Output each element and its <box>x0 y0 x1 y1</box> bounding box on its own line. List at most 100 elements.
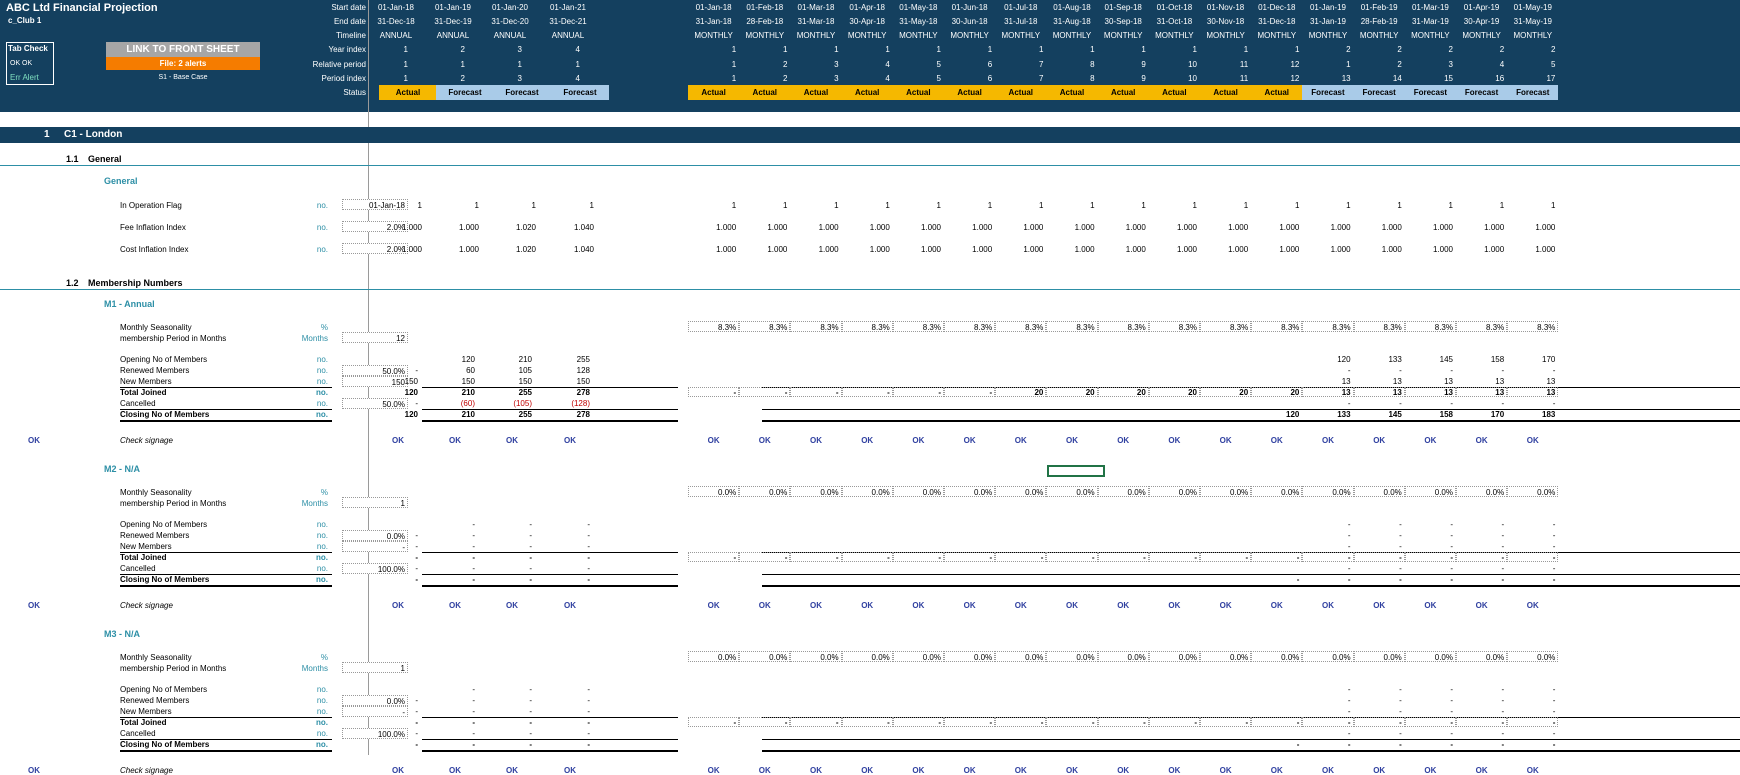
value-cell: (60) <box>460 399 475 408</box>
file-alert-badge[interactable]: File: 2 alerts <box>106 57 260 70</box>
seasonality-input[interactable]: 0.0% <box>1353 651 1405 662</box>
seasonality-input[interactable]: 8.3% <box>1097 321 1149 332</box>
check-ok: OK <box>1168 436 1181 445</box>
seasonality-input[interactable]: 0.0% <box>688 486 740 497</box>
seasonality-input[interactable]: 8.3% <box>1200 321 1252 332</box>
seasonality-input[interactable]: 0.0% <box>790 651 842 662</box>
value-cell: 1.000 <box>458 223 479 232</box>
seasonality-input[interactable]: 8.3% <box>1302 321 1354 332</box>
seasonality-input[interactable]: 0.0% <box>1200 486 1252 497</box>
seasonality-input[interactable]: 8.3% <box>1046 321 1098 332</box>
input-cell[interactable]: 1 <box>342 497 408 508</box>
seasonality-input[interactable]: 0.0% <box>944 486 996 497</box>
seasonality-input[interactable]: 8.3% <box>1353 321 1405 332</box>
total-cell-border <box>995 387 1047 397</box>
subsection-title: Membership Numbers <box>88 278 183 288</box>
unit-label: no. <box>316 366 328 375</box>
value-cell: - <box>1501 740 1505 749</box>
header-cell: 14 <box>1392 74 1402 83</box>
seasonality-input[interactable]: 0.0% <box>1456 651 1508 662</box>
status-cell: Forecast <box>1456 85 1508 100</box>
check-ok: OK <box>392 601 404 610</box>
value-cell: - <box>415 729 418 738</box>
value-cell: 1.000 <box>1535 245 1556 254</box>
header-cell: 1 <box>1090 45 1095 54</box>
header-cell: 2 <box>1397 45 1402 54</box>
header-cell: 8 <box>1090 60 1095 69</box>
seasonality-input[interactable]: 0.0% <box>1148 486 1200 497</box>
input-cell[interactable]: 12 <box>342 332 408 343</box>
seasonality-input[interactable]: 0.0% <box>1097 651 1149 662</box>
check-ok: OK <box>1117 601 1130 610</box>
seasonality-input[interactable]: 0.0% <box>1302 651 1354 662</box>
value-cell: 1 <box>1090 201 1095 210</box>
header-cell: 1 <box>403 60 408 69</box>
value-cell: - <box>1347 531 1351 540</box>
value-cell: 1.000 <box>1023 223 1044 232</box>
seasonality-input[interactable]: 8.3% <box>1456 321 1508 332</box>
seasonality-input[interactable]: 0.0% <box>841 486 893 497</box>
seasonality-input[interactable]: 0.0% <box>790 486 842 497</box>
header-cell: 1 <box>403 74 408 83</box>
seasonality-input[interactable]: 0.0% <box>1200 651 1252 662</box>
seasonality-input[interactable]: 0.0% <box>739 651 791 662</box>
value-cell: - <box>472 696 475 705</box>
seasonality-input[interactable]: 0.0% <box>1251 486 1303 497</box>
row-label: Opening No of Members <box>120 355 208 364</box>
seasonality-input[interactable]: 8.3% <box>892 321 944 332</box>
seasonality-input[interactable]: 0.0% <box>892 651 944 662</box>
seasonality-input[interactable]: 0.0% <box>1097 486 1149 497</box>
total-cell-border <box>1302 387 1354 397</box>
seasonality-input[interactable]: 0.0% <box>1148 651 1200 662</box>
seasonality-input[interactable]: 0.0% <box>688 651 740 662</box>
status-cell: Actual <box>688 85 740 100</box>
value-cell: 1.000 <box>767 245 788 254</box>
header-cell: 01-Apr-19 <box>1463 3 1500 12</box>
seasonality-input[interactable]: 0.0% <box>1353 486 1405 497</box>
total-cell-border <box>892 552 944 562</box>
header-cell: 01-Feb-18 <box>746 3 784 12</box>
header-cell: 30-Jun-18 <box>951 17 988 26</box>
seasonality-input[interactable]: 0.0% <box>1046 486 1098 497</box>
seasonality-input[interactable]: 0.0% <box>841 651 893 662</box>
header-cell: 1 <box>460 60 465 69</box>
seasonality-input[interactable]: 0.0% <box>1404 651 1456 662</box>
header-cell: 3 <box>834 60 839 69</box>
seasonality-input[interactable]: 8.3% <box>841 321 893 332</box>
seasonality-input[interactable]: 0.0% <box>995 486 1047 497</box>
header-cell: 31-Dec-21 <box>549 17 587 26</box>
seasonality-input[interactable]: 0.0% <box>1404 486 1456 497</box>
seasonality-input[interactable]: 8.3% <box>739 321 791 332</box>
seasonality-input[interactable]: 0.0% <box>1507 486 1559 497</box>
seasonality-input[interactable]: 8.3% <box>944 321 996 332</box>
value-cell: - <box>472 531 475 540</box>
seasonality-input[interactable]: 8.3% <box>995 321 1047 332</box>
closing-rule <box>422 585 678 587</box>
seasonality-input[interactable]: 0.0% <box>1507 651 1559 662</box>
seasonality-input[interactable]: 0.0% <box>1456 486 1508 497</box>
seasonality-input[interactable]: 8.3% <box>790 321 842 332</box>
seasonality-input[interactable]: 0.0% <box>944 651 996 662</box>
header-cell: 1 <box>1243 45 1249 54</box>
seasonality-input[interactable]: 8.3% <box>1251 321 1303 332</box>
check-ok: OK <box>809 436 822 445</box>
seasonality-input[interactable]: 8.3% <box>1148 321 1200 332</box>
seasonality-input[interactable]: 0.0% <box>1251 651 1303 662</box>
value-cell: 1 <box>1294 201 1300 210</box>
header-cell: 01-Dec-18 <box>1258 3 1296 12</box>
status-cell: Forecast <box>493 85 551 100</box>
seasonality-input[interactable]: 0.0% <box>739 486 791 497</box>
seasonality-input[interactable]: 0.0% <box>1046 651 1098 662</box>
selected-cell[interactable] <box>1047 465 1105 477</box>
link-to-front-sheet-button[interactable]: LINK TO FRONT SHEET <box>106 42 260 57</box>
seasonality-input[interactable]: 0.0% <box>892 486 944 497</box>
seasonality-input[interactable]: 8.3% <box>1507 321 1559 332</box>
seasonality-input[interactable]: 8.3% <box>1404 321 1456 332</box>
seasonality-input[interactable]: 0.0% <box>1302 486 1354 497</box>
seasonality-input[interactable]: 0.0% <box>995 651 1047 662</box>
block-title: M2 - N/A <box>104 464 140 474</box>
total-cell-border <box>1353 717 1405 727</box>
seasonality-input[interactable]: 8.3% <box>688 321 740 332</box>
input-cell[interactable]: 1 <box>342 662 408 673</box>
header-cell: 01-Mar-18 <box>797 3 835 12</box>
